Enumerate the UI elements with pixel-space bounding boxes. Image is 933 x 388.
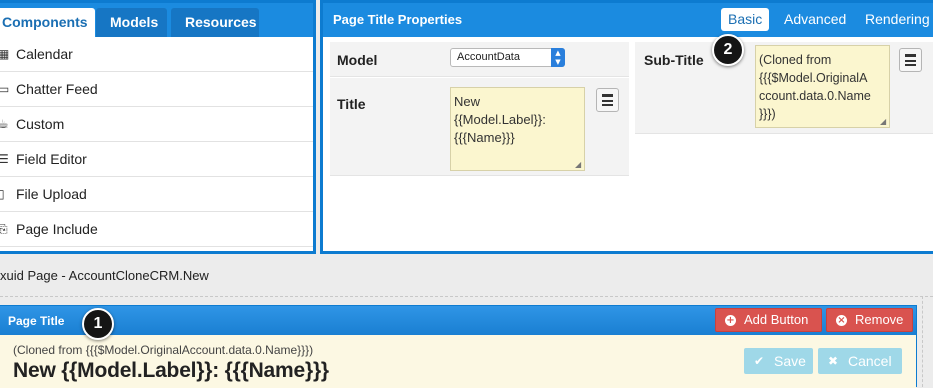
properties-title: Page Title Properties: [333, 12, 463, 27]
remove-button[interactable]: × Remove: [826, 308, 913, 332]
tab-models-label: Models: [110, 14, 159, 30]
components-tabbar: Components Models Resources: [0, 3, 313, 37]
remove-button-label: Remove: [855, 312, 904, 327]
preview-title: New {{Model.Label}}: {{{Name}}}: [13, 359, 329, 382]
resize-grip-icon[interactable]: ◢: [880, 118, 888, 126]
components-panel: Components Models Resources ▦ Calendar ▭…: [0, 0, 316, 254]
component-label: Field Editor: [16, 151, 87, 167]
subtitle-row: Sub-Title (Cloned from {{{$Model.Origina…: [635, 42, 933, 134]
resize-grip-icon[interactable]: ◢: [575, 161, 583, 169]
check-icon: ✔: [754, 354, 765, 368]
properties-panel: Page Title Properties Basic Advanced Ren…: [320, 0, 933, 254]
page-title-component[interactable]: Page Title + Add Button × Remove (Cloned…: [0, 305, 917, 388]
cancel-button[interactable]: ✖ Cancel: [818, 348, 902, 374]
tab-models[interactable]: Models: [96, 8, 167, 37]
save-button[interactable]: ✔ Save: [744, 348, 813, 374]
times-circle-icon: ×: [836, 315, 847, 326]
tab-basic-label: Basic: [728, 11, 763, 27]
select-arrows-icon: ▲ ▼: [551, 48, 565, 67]
subtitle-label: Sub-Title: [644, 52, 704, 68]
model-select[interactable]: AccountData ▲ ▼: [450, 48, 565, 67]
tab-advanced[interactable]: Advanced: [777, 8, 853, 31]
page-dropzone-border-right: [922, 296, 923, 387]
component-item-custom[interactable]: ☕ Custom: [0, 107, 313, 142]
page-include-icon: ⎘: [0, 222, 8, 236]
page-name-label: xuid Page - AccountCloneCRM.New: [0, 268, 209, 283]
coffee-icon: ☕: [0, 117, 9, 131]
callout-badge-2: 2: [712, 34, 744, 66]
title-textarea[interactable]: New {{Model.Label}}: {{{Name}}}: [450, 87, 585, 171]
model-select-value: AccountData: [457, 51, 520, 63]
subtitle-merge-field-button[interactable]: [899, 48, 922, 72]
component-label: Custom: [16, 116, 65, 132]
component-item-calendar[interactable]: ▦ Calendar: [0, 37, 313, 72]
merge-field-icon: [602, 94, 613, 106]
tab-rendering-label: Rendering: [865, 11, 930, 27]
subtitle-textarea[interactable]: (Cloned from {{{$Model.OriginalA ccount.…: [755, 45, 890, 128]
cancel-button-label: Cancel: [848, 353, 892, 369]
tab-rendering[interactable]: Rendering: [858, 8, 933, 31]
tab-components[interactable]: Components: [0, 8, 95, 37]
component-label: Chatter Feed: [16, 81, 98, 97]
calendar-icon: ▦: [0, 47, 10, 61]
component-item-file-upload[interactable]: ▯ File Upload: [0, 177, 313, 212]
close-icon: ✖: [828, 354, 839, 368]
plus-circle-icon: +: [725, 315, 736, 326]
component-item-chatter-feed[interactable]: ▭ Chatter Feed: [0, 72, 313, 107]
chat-bubble-icon: ▭: [0, 82, 10, 96]
component-label: Calendar: [16, 46, 73, 62]
component-item-field-editor[interactable]: ☰ Field Editor: [0, 142, 313, 177]
properties-header: Page Title Properties Basic Advanced Ren…: [323, 3, 933, 37]
file-icon: ▯: [0, 187, 5, 201]
component-item-page-include[interactable]: ⎘ Page Include: [0, 212, 313, 247]
list-icon: ☰: [0, 152, 9, 166]
tab-resources-label: Resources: [185, 14, 257, 30]
page-dropzone-border: [0, 296, 933, 297]
preview-subtitle: (Cloned from {{{$Model.OriginalAccount.d…: [13, 343, 314, 357]
tab-advanced-label: Advanced: [784, 11, 847, 27]
title-row: Title New {{Model.Label}}: {{{Name}}} ◢: [330, 78, 629, 176]
tab-components-label: Components: [2, 14, 88, 30]
component-label: File Upload: [16, 186, 87, 202]
component-title: Page Title: [8, 314, 65, 328]
model-label: Model: [337, 52, 378, 68]
callout-badge-1: 1: [82, 308, 114, 340]
save-button-label: Save: [774, 353, 806, 369]
add-button-button[interactable]: + Add Button: [715, 308, 822, 332]
title-merge-field-button[interactable]: [596, 88, 619, 112]
model-row: Model AccountData ▲ ▼: [330, 42, 629, 77]
add-button-label: Add Button: [744, 312, 809, 327]
merge-field-icon: [905, 54, 916, 66]
component-label: Page Include: [16, 221, 98, 237]
page-title-component-header: Page Title + Add Button × Remove: [0, 306, 916, 335]
tab-basic[interactable]: Basic: [721, 8, 770, 31]
title-label: Title: [337, 96, 366, 112]
page-title-preview: (Cloned from {{{$Model.OriginalAccount.d…: [0, 335, 916, 388]
tab-resources[interactable]: Resources: [171, 8, 259, 37]
